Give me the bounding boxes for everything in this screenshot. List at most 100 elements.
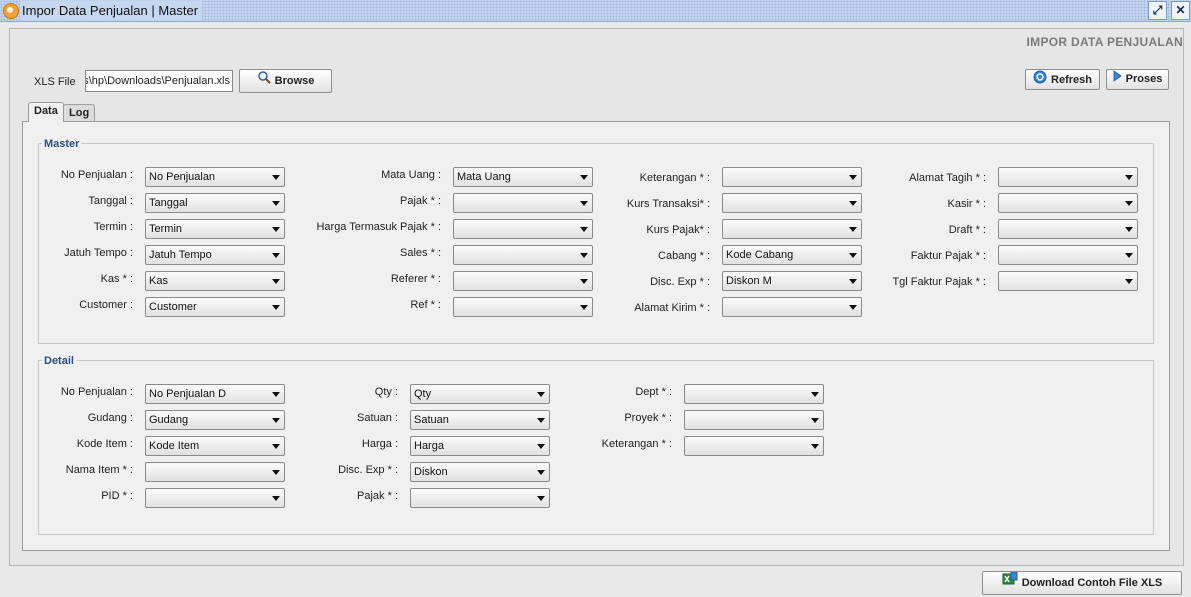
chevron-down-icon xyxy=(1125,253,1133,258)
detail-col1-gudang-label: Gudang : xyxy=(87,412,133,424)
master-col4-tgl-faktur-pajak-select[interactable] xyxy=(998,271,1138,291)
master-col1-termin-select[interactable]: Termin xyxy=(145,219,285,239)
chevron-down-icon xyxy=(1125,175,1133,180)
chevron-down-icon xyxy=(537,444,545,449)
tab-log[interactable]: Log xyxy=(63,104,96,122)
chevron-down-icon xyxy=(580,227,588,232)
detail-col1-nama-item-select[interactable] xyxy=(145,462,285,482)
master-col1-no-penjualan-label: No Penjualan : xyxy=(60,169,133,181)
master-col3-disc-exp-select[interactable]: Diskon M xyxy=(722,271,862,291)
browse-button[interactable]: Browse xyxy=(239,69,332,93)
detail-col3-dept-label: Dept * : xyxy=(635,386,672,398)
chevron-down-icon xyxy=(849,175,857,180)
detail-col2-qty-label: Qty : xyxy=(374,386,398,398)
detail-col1-kode-item-select[interactable]: Kode Item xyxy=(145,436,285,456)
master-col4-alamat-tagih-select[interactable] xyxy=(998,167,1138,187)
master-col1-customer-label: Customer : xyxy=(79,299,133,311)
refresh-label: Refresh xyxy=(1051,73,1092,86)
detail-col1-kode-item-label: Kode Item : xyxy=(76,438,133,450)
excel-icon xyxy=(1002,571,1018,594)
proses-label: Proses xyxy=(1125,73,1163,85)
master-col3-disc-exp-label: Disc. Exp * : xyxy=(650,276,710,288)
chevron-down-icon xyxy=(811,418,819,423)
master-col4-tgl-faktur-pajak-label: Tgl Faktur Pajak * : xyxy=(892,276,986,288)
master-col2-harga-termasuk-pajak-label: Harga Termasuk Pajak * : xyxy=(316,221,441,233)
master-col2-referer-label: Referer * : xyxy=(390,273,441,285)
detail-col2-satuan-select[interactable]: Satuan xyxy=(410,410,550,430)
master-col3-alamat-kirim-select[interactable] xyxy=(722,297,862,317)
detail-col1-pid-select[interactable] xyxy=(145,488,285,508)
master-col1-kas-select[interactable]: Kas xyxy=(145,271,285,291)
select-value: Diskon M xyxy=(726,275,772,287)
master-col1-kas-label: Kas * : xyxy=(100,273,133,285)
chevron-down-icon xyxy=(272,253,280,258)
chevron-down-icon xyxy=(1125,279,1133,284)
chevron-down-icon xyxy=(580,279,588,284)
chevron-down-icon xyxy=(811,392,819,397)
master-col1-tanggal-select[interactable]: Tanggal xyxy=(145,193,285,213)
chevron-down-icon xyxy=(272,201,280,206)
page-title: IMPOR DATA PENJUALAN xyxy=(1026,35,1183,49)
master-col3-kurs-transaksi-select[interactable] xyxy=(722,193,862,213)
detail-col1-no-penjualan-select[interactable]: No Penjualan D xyxy=(145,384,285,404)
detail-col3-dept-select[interactable] xyxy=(684,384,824,404)
detail-col3-proyek-label: Proyek * : xyxy=(624,412,672,424)
restore-window-icon[interactable]: ⤢ xyxy=(1148,1,1167,20)
master-col4-faktur-pajak-select[interactable] xyxy=(998,245,1138,265)
select-value: No Penjualan D xyxy=(149,388,227,400)
master-col2-pajak-select[interactable] xyxy=(453,193,593,213)
master-col3-keterangan-select[interactable] xyxy=(722,167,862,187)
magnifier-icon xyxy=(257,70,271,92)
close-window-icon[interactable]: ✕ xyxy=(1171,1,1190,20)
master-col2-mata-uang-select[interactable]: Mata Uang xyxy=(453,167,593,187)
master-col2-sales-select[interactable] xyxy=(453,245,593,265)
master-col4-kasir-select[interactable] xyxy=(998,193,1138,213)
master-col2-harga-termasuk-pajak-select[interactable] xyxy=(453,219,593,239)
master-col3-kurs-transaksi-label: Kurs Transaksi* : xyxy=(626,198,710,210)
chevron-down-icon xyxy=(1125,227,1133,232)
xls-file-input[interactable]: C:\Users\hp\Downloads\Penjualan.xls xyxy=(85,70,233,92)
master-col1-no-penjualan-select[interactable]: No Penjualan xyxy=(145,167,285,187)
tab-data[interactable]: Data xyxy=(28,102,64,122)
select-value: Jatuh Tempo xyxy=(149,249,212,261)
master-col1-jatuh-tempo-select[interactable]: Jatuh Tempo xyxy=(145,245,285,265)
detail-group-title: Detail xyxy=(42,355,76,367)
select-value: Mata Uang xyxy=(457,171,511,183)
master-col2-ref-select[interactable] xyxy=(453,297,593,317)
master-col3-cabang-select[interactable]: Kode Cabang xyxy=(722,245,862,265)
detail-col2-harga-select[interactable]: Harga xyxy=(410,436,550,456)
app-icon xyxy=(3,3,19,19)
master-col2-referer-select[interactable] xyxy=(453,271,593,291)
proses-button[interactable]: Proses xyxy=(1106,69,1169,90)
master-col4-kasir-label: Kasir * : xyxy=(947,198,986,210)
select-value: Kode Cabang xyxy=(726,249,794,261)
chevron-down-icon xyxy=(849,253,857,258)
chevron-down-icon xyxy=(1125,201,1133,206)
detail-col3-keterangan-select[interactable] xyxy=(684,436,824,456)
master-col2-pajak-label: Pajak * : xyxy=(400,195,441,207)
master-col4-draft-select[interactable] xyxy=(998,219,1138,239)
detail-col2-qty-select[interactable]: Qty xyxy=(410,384,550,404)
refresh-button[interactable]: Refresh xyxy=(1025,69,1100,90)
download-label: Download Contoh File XLS xyxy=(1021,577,1163,589)
chevron-down-icon xyxy=(272,418,280,423)
browse-label: Browse xyxy=(274,75,315,87)
detail-col2-pajak-label: Pajak * : xyxy=(357,490,398,502)
download-sample-button[interactable]: Download Contoh File XLS xyxy=(982,571,1182,595)
select-value: Customer xyxy=(149,301,197,313)
detail-col2-pajak-select[interactable] xyxy=(410,488,550,508)
chevron-down-icon xyxy=(849,227,857,232)
refresh-icon xyxy=(1033,70,1047,90)
chevron-down-icon xyxy=(849,305,857,310)
master-col1-customer-select[interactable]: Customer xyxy=(145,297,285,317)
master-col3-kurs-pajak-select[interactable] xyxy=(722,219,862,239)
chevron-down-icon xyxy=(580,175,588,180)
select-value: Tanggal xyxy=(149,197,188,209)
detail-col1-nama-item-label: Nama Item * : xyxy=(65,464,133,476)
master-col4-alamat-tagih-label: Alamat Tagih * : xyxy=(909,172,986,184)
detail-col1-no-penjualan-label: No Penjualan : xyxy=(60,386,133,398)
detail-col1-gudang-select[interactable]: Gudang xyxy=(145,410,285,430)
detail-col3-proyek-select[interactable] xyxy=(684,410,824,430)
master-col2-mata-uang-label: Mata Uang : xyxy=(381,169,441,181)
detail-col2-disc-exp-select[interactable]: Diskon xyxy=(410,462,550,482)
